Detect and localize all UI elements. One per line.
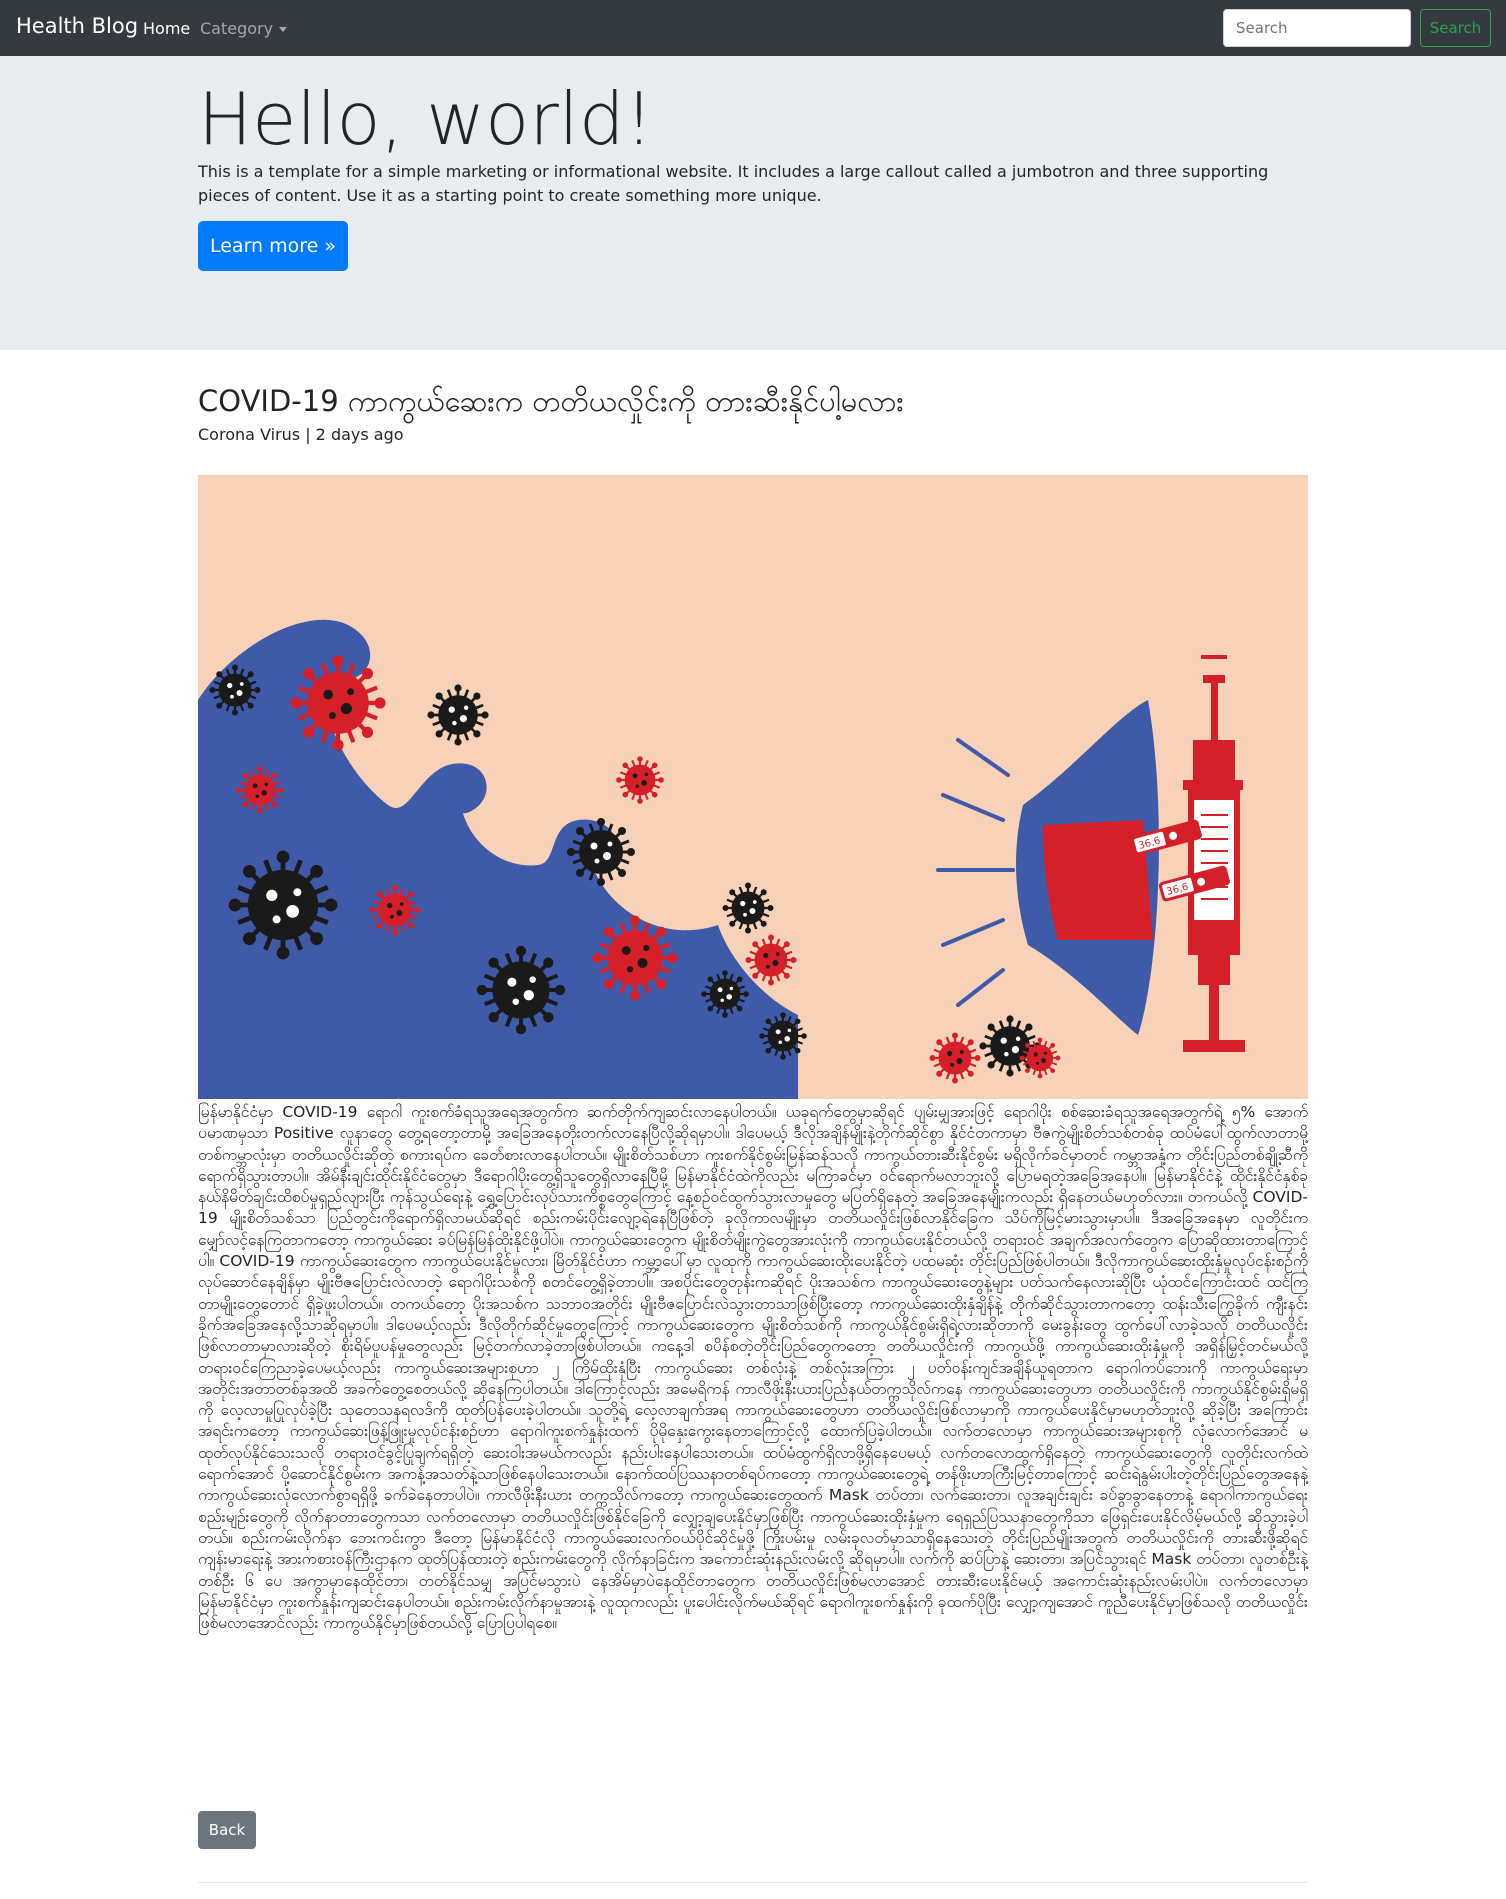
meta-separator: | bbox=[300, 425, 316, 444]
virus-red-icon bbox=[615, 755, 665, 805]
jumbotron-title: Hello, world! bbox=[198, 77, 654, 161]
learn-more-button[interactable]: Learn more » bbox=[198, 221, 348, 271]
search-input[interactable] bbox=[1223, 9, 1411, 47]
nav-category-dropdown[interactable]: Category bbox=[200, 19, 288, 38]
caret-down-icon bbox=[279, 27, 288, 32]
virus-red-icon bbox=[928, 1031, 982, 1085]
virus-red-icon bbox=[290, 655, 385, 750]
virus-red-icon bbox=[744, 933, 798, 987]
post-title: COVID-19 ကာကွယ်ဆေးက တတိယလှိုင်းကို တားဆီ… bbox=[198, 384, 904, 418]
virus-black-icon bbox=[721, 881, 775, 935]
search-button[interactable]: Search bbox=[1420, 9, 1491, 47]
brand-logo[interactable]: Health Blog bbox=[16, 14, 138, 38]
virus-black-icon bbox=[229, 851, 338, 960]
navbar: Health Blog Home Category Search bbox=[0, 0, 1506, 56]
post-hero-image: 36,6 36,6 bbox=[198, 475, 1308, 1099]
virus-red-icon bbox=[1018, 1036, 1062, 1080]
megaphone-lines bbox=[936, 738, 1015, 1007]
virus-black-icon bbox=[758, 1011, 808, 1061]
post-body: မြန်မာနိုင်ငံမှာ COVID-19 ရောဂါ ကူးစက်ခံ… bbox=[198, 1103, 1308, 1633]
virus-red-icon bbox=[590, 913, 680, 1003]
virus-black-icon bbox=[474, 943, 568, 1037]
syringe-icon bbox=[1183, 655, 1245, 1052]
virus-black-icon bbox=[565, 816, 637, 888]
nav-home-link[interactable]: Home bbox=[143, 19, 190, 38]
post-time: 2 days ago bbox=[315, 425, 404, 444]
nav-category-label: Category bbox=[200, 19, 274, 38]
jumbotron-text: This is a template for a simple marketin… bbox=[198, 162, 1269, 205]
post-category[interactable]: Corona Virus bbox=[198, 425, 300, 444]
divider bbox=[198, 1882, 1308, 1883]
virus-red-icon bbox=[235, 765, 285, 815]
covid-vaccine-illustration: 36,6 36,6 bbox=[198, 619, 1245, 1099]
virus-red-icon bbox=[368, 883, 422, 937]
virus-black-icon bbox=[208, 663, 262, 717]
virus-black-icon bbox=[426, 683, 490, 747]
virus-black-icon bbox=[700, 969, 750, 1019]
post-meta: Corona Virus | 2 days ago bbox=[198, 424, 404, 446]
jumbotron: Hello, world! This is a template for a s… bbox=[0, 56, 1506, 350]
back-button[interactable]: Back bbox=[198, 1811, 256, 1849]
